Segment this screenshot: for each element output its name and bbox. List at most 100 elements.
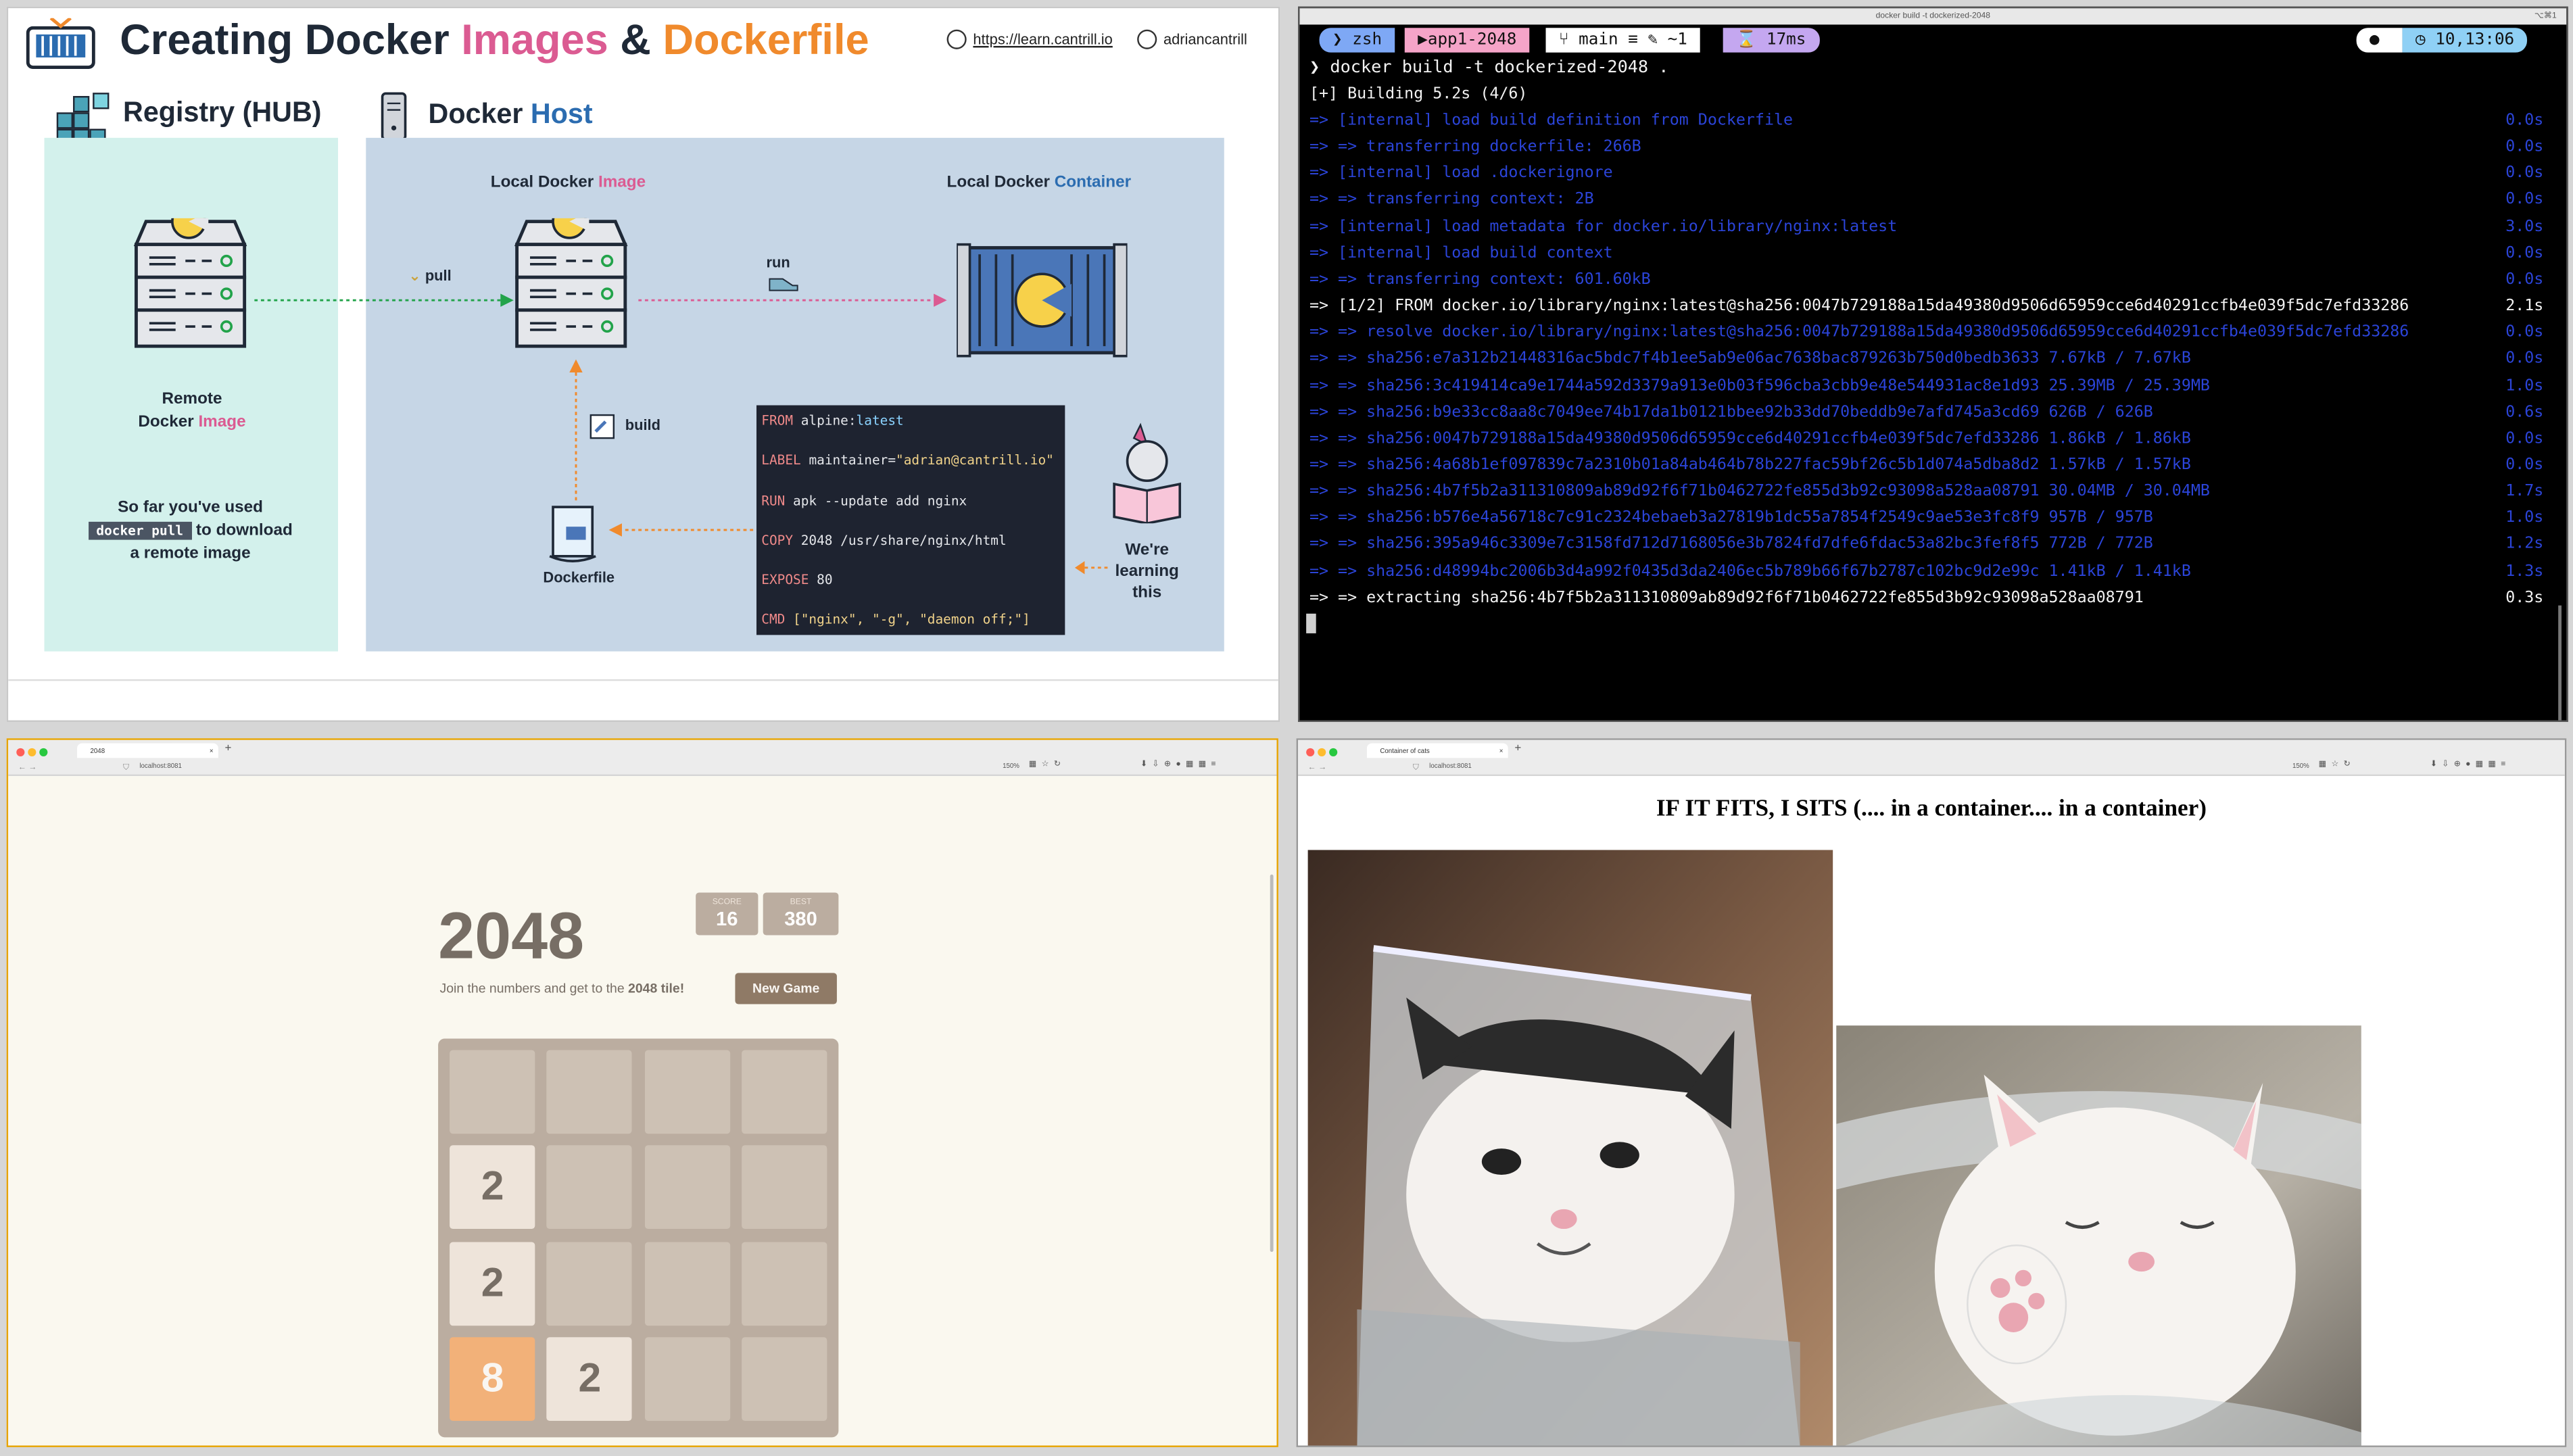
dockerfile-icon	[549, 506, 596, 562]
cat-in-bowl-photo	[1836, 1025, 2361, 1446]
slide-divider	[8, 679, 1278, 681]
url-bar[interactable]: localhost:8081	[1429, 761, 1472, 769]
game-browser-window[interactable]: 2048 × + ← → ⛉ localhost:8081 150% ▦☆↻ ⬇⇩…	[6, 738, 1278, 1447]
build-output-line: => => sha256:0047b729188a15da49380d9506d…	[1309, 429, 2191, 448]
back-forward-icons[interactable]: ← →	[1308, 763, 1327, 773]
hourglass-icon: ⌛	[1736, 31, 1757, 49]
prompt-clock-segment: ◷ 10,13:06	[2402, 28, 2528, 53]
pull-arrow	[254, 293, 514, 307]
terminal-window[interactable]: docker build -t dockerized-2048 ⌥⌘1 ❯ zsh…	[1297, 6, 2568, 723]
build-output-line: => [1/2] FROM docker.io/library/nginx:la…	[1309, 297, 2409, 316]
tile-2: 2	[547, 1336, 633, 1421]
extension-icons[interactable]: ⬇⇩⊕●▦▦≡	[2430, 760, 2511, 770]
code-line: COPY 2048 /usr/share/nginx/html	[761, 533, 1007, 548]
empty-cell	[547, 1241, 633, 1326]
reading-unicorn-icon	[1113, 422, 1182, 524]
minimize-icon[interactable]	[28, 748, 37, 756]
build-output-time: 1.7s	[2505, 482, 2544, 501]
run-label: run	[766, 254, 790, 271]
maximize-icon[interactable]	[39, 748, 48, 756]
empty-cell	[644, 1241, 730, 1326]
build-output-line: => => sha256:e7a312b21448316ac5bdc7f4b1e…	[1309, 349, 2191, 368]
empty-cell	[644, 1336, 730, 1421]
build-hammer-icon	[590, 414, 615, 439]
new-tab-icon[interactable]: +	[225, 744, 232, 755]
run-arrow	[638, 293, 947, 307]
back-forward-icons[interactable]: ← →	[18, 763, 37, 773]
build-output-time: 1.0s	[2505, 509, 2544, 527]
build-output-time: 1.2s	[2505, 535, 2544, 554]
code-line: FROM alpine:latest	[761, 413, 904, 429]
shield-icon: ⛉	[1412, 762, 1420, 773]
new-tab-icon[interactable]: +	[1514, 744, 1521, 755]
toolbar-icons[interactable]: ▦☆↻	[2319, 760, 2355, 770]
prompt-arrow-icon: ❯	[1332, 31, 1343, 49]
close-icon[interactable]	[16, 748, 25, 756]
host-header: Docker Host	[428, 98, 593, 130]
prompt-git-segment: ⑂ main ≡ ✎ ~1	[1545, 28, 1701, 53]
dockerfile-arrow	[608, 523, 760, 537]
build-output-line: => => sha256:4a68b1ef097839c7a2310b01a84…	[1309, 456, 2191, 475]
prompt-time-segment: ⌛ 17ms	[1723, 28, 1819, 53]
build-output-line: => => sha256:b576e4a56718c7c91c2324bebae…	[1309, 509, 2153, 527]
pull-label: ⌄ pull	[408, 267, 452, 284]
build-output-time: 0.6s	[2505, 403, 2544, 421]
build-output-line: => => transferring context: 601.60kB	[1309, 270, 1651, 289]
empty-cell	[741, 1146, 827, 1230]
new-game-button[interactable]: New Game	[735, 973, 837, 1004]
close-icon[interactable]	[1306, 748, 1315, 756]
empty-cell	[450, 1050, 535, 1134]
cantrill-logo-icon	[26, 18, 95, 69]
zoom-level[interactable]: 150%	[1003, 761, 1019, 769]
build-output-line: => [internal] load metadata for docker.i…	[1309, 217, 1898, 236]
run-shoe-icon	[769, 278, 798, 291]
terminal-cursor	[1306, 613, 1316, 633]
dockerfile-label: Dockerfile	[543, 569, 615, 586]
build-status: [+] Building 5.2s (4/6)	[1309, 85, 1528, 103]
tab-close-icon: ×	[209, 746, 214, 755]
clock-icon: ◷	[2415, 31, 2426, 49]
twitter-handle: adriancantrill	[1137, 29, 1247, 49]
terminal-scrollbar[interactable]	[2558, 605, 2562, 721]
empty-cell	[644, 1050, 730, 1134]
remote-image-label: Remote Docker Image	[138, 390, 246, 432]
minimize-icon[interactable]	[1318, 748, 1326, 756]
tab-2048[interactable]: 2048 ×	[77, 743, 218, 758]
maximize-icon[interactable]	[1329, 748, 1338, 756]
build-output-time: 1.3s	[2505, 562, 2544, 581]
empty-cell	[741, 1241, 827, 1326]
apple-icon: ●	[2370, 31, 2380, 49]
build-output-time: 0.0s	[2505, 164, 2544, 183]
extension-icons[interactable]: ⬇⇩⊕●▦▦≡	[1140, 760, 1221, 770]
local-container-label: Local Docker Container	[946, 174, 1132, 192]
shield-icon: ⛉	[123, 762, 130, 773]
docker-pull-note: So far you've used docker pull to downlo…	[74, 497, 307, 566]
empty-cell	[741, 1050, 827, 1134]
build-output-time: 0.0s	[2505, 270, 2544, 289]
build-output-time: 0.0s	[2505, 349, 2544, 368]
zoom-level[interactable]: 150%	[2292, 761, 2309, 769]
prompt-caret-icon: ❯	[1309, 57, 1320, 78]
build-label: build	[625, 416, 660, 433]
build-output-time: 0.0s	[2505, 323, 2544, 342]
game-board[interactable]: 2282	[438, 1038, 839, 1438]
cat-page: IF IT FITS, I SITS (.... in a container.…	[1297, 776, 2565, 1446]
tab-container-of-cats[interactable]: Container of cats ×	[1366, 743, 1508, 758]
page-scrollbar[interactable]	[1270, 874, 1274, 1253]
build-output-line: => => resolve docker.io/library/nginx:la…	[1309, 323, 2409, 342]
empty-cell	[547, 1146, 633, 1230]
url-bar[interactable]: localhost:8081	[139, 761, 182, 769]
build-output-time: 0.0s	[2505, 112, 2544, 130]
prompt-shell-segment: ❯ zsh	[1319, 28, 1395, 53]
score-box: SCORE 16	[696, 892, 759, 936]
remote-image-server-icon	[133, 218, 247, 348]
course-link[interactable]: https://learn.cantrill.io	[946, 29, 1113, 49]
code-line: LABEL maintainer="adrian@cantrill.io"	[761, 453, 1054, 468]
best-box: BEST 380	[763, 892, 839, 936]
build-output-line: => [internal] load build definition from…	[1309, 112, 1794, 130]
terminal-titlebar: docker build -t dockerized-2048 ⌥⌘1	[1299, 8, 2567, 25]
build-output-line: => => sha256:395a946c3309e7c3158fd712d71…	[1309, 535, 2153, 554]
toolbar-icons[interactable]: ▦☆↻	[1029, 760, 1065, 770]
cat-browser-window[interactable]: Container of cats × + ← → ⛉ localhost:808…	[1296, 738, 2567, 1447]
prompt-dir-segment: ▶app1-2048	[1404, 28, 1530, 53]
